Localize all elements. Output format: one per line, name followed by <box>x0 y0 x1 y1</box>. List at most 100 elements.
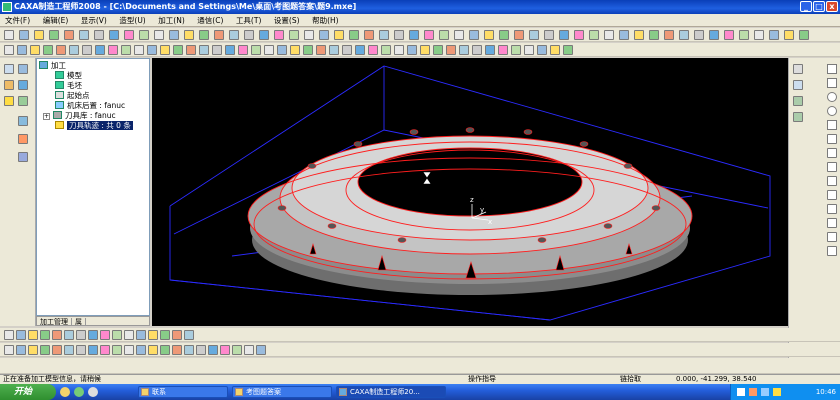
curve-edit-tool-icon-8[interactable] <box>88 345 98 355</box>
standard-tool-icon-11[interactable] <box>154 30 164 40</box>
pencil-icon[interactable] <box>4 80 14 90</box>
surface-tool-icon-24[interactable] <box>303 45 313 55</box>
quicklaunch-desktop-icon[interactable] <box>74 387 84 397</box>
curve-edit-tool-icon-19[interactable] <box>220 345 230 355</box>
tree-item-postprocessor[interactable]: 机床后置 : fanuc <box>55 101 125 111</box>
surface-tool-icon-39[interactable] <box>498 45 508 55</box>
standard-tool-icon-9[interactable] <box>124 30 134 40</box>
standard-tool-icon-4[interactable] <box>49 30 59 40</box>
machining-tool-icon-10[interactable] <box>112 330 122 340</box>
standard-tool-icon-35[interactable] <box>514 30 524 40</box>
machining-tool-icon-15[interactable] <box>172 330 182 340</box>
surface-tool-icon-37[interactable] <box>472 45 482 55</box>
standard-tool-icon-37[interactable] <box>544 30 554 40</box>
minimize-button[interactable]: _ <box>800 1 812 12</box>
curve-edit-tool-icon-11[interactable] <box>124 345 134 355</box>
standard-tool-icon-17[interactable] <box>244 30 254 40</box>
arc-icon[interactable] <box>827 106 837 116</box>
standard-tool-icon-38[interactable] <box>559 30 569 40</box>
surface-tool-icon-32[interactable] <box>407 45 417 55</box>
machining-tool-icon-13[interactable] <box>148 330 158 340</box>
fit-icon[interactable] <box>793 80 803 90</box>
curve-edit-tool-icon-3[interactable] <box>28 345 38 355</box>
standard-tool-icon-43[interactable] <box>634 30 644 40</box>
standard-tool-icon-54[interactable] <box>799 30 809 40</box>
expand-icon[interactable]: + <box>43 113 50 120</box>
surface-tool-icon-16[interactable] <box>199 45 209 55</box>
layer-icon[interactable] <box>18 96 28 106</box>
standard-tool-icon-47[interactable] <box>694 30 704 40</box>
surface-tool-icon-17[interactable] <box>212 45 222 55</box>
standard-tool-icon-8[interactable] <box>109 30 119 40</box>
surface-tool-icon-3[interactable] <box>30 45 40 55</box>
line-icon[interactable] <box>827 64 837 74</box>
taskbar-item-caxa[interactable]: CAXA制造工程师20... <box>336 386 446 398</box>
curve-edit-tool-icon-14[interactable] <box>160 345 170 355</box>
standard-tool-icon-39[interactable] <box>574 30 584 40</box>
standard-tool-icon-52[interactable] <box>769 30 779 40</box>
surface-tool-icon-19[interactable] <box>238 45 248 55</box>
menu-communication[interactable]: 通信(C) <box>192 14 228 27</box>
spline-icon[interactable] <box>827 148 837 158</box>
machining-tool-icon-8[interactable] <box>88 330 98 340</box>
curve-edit-tool-icon-1[interactable] <box>4 345 14 355</box>
hatch-icon[interactable] <box>827 246 837 256</box>
surface-tool-icon-36[interactable] <box>459 45 469 55</box>
menu-tools[interactable]: 工具(T) <box>231 14 266 27</box>
standard-tool-icon-21[interactable] <box>304 30 314 40</box>
standard-tool-icon-22[interactable] <box>319 30 329 40</box>
surface-tool-icon-26[interactable] <box>329 45 339 55</box>
3d-viewport[interactable]: z y x <box>152 58 788 326</box>
machining-tool-icon-16[interactable] <box>184 330 194 340</box>
surface-tool-icon-29[interactable] <box>368 45 378 55</box>
standard-tool-icon-29[interactable] <box>424 30 434 40</box>
tree-item-model[interactable]: 模型 <box>55 71 82 81</box>
tray-app-icon[interactable] <box>773 388 781 396</box>
curve-edit-tool-icon-7[interactable] <box>76 345 86 355</box>
curve-edit-tool-icon-21[interactable] <box>244 345 254 355</box>
curve-edit-tool-icon-15[interactable] <box>172 345 182 355</box>
standard-tool-icon-33[interactable] <box>484 30 494 40</box>
curve-edit-tool-icon-2[interactable] <box>16 345 26 355</box>
machining-tool-icon-6[interactable] <box>64 330 74 340</box>
close-button[interactable]: x <box>826 1 838 12</box>
wireframe-icon[interactable] <box>793 112 803 122</box>
standard-tool-icon-44[interactable] <box>649 30 659 40</box>
standard-tool-icon-28[interactable] <box>409 30 419 40</box>
standard-tool-icon-6[interactable] <box>79 30 89 40</box>
offset-icon[interactable] <box>827 204 837 214</box>
machining-tool-icon-5[interactable] <box>52 330 62 340</box>
history-icon[interactable] <box>18 152 28 162</box>
text-icon[interactable] <box>827 232 837 242</box>
menu-modeling[interactable]: 造型(U) <box>114 14 150 27</box>
standard-tool-icon-34[interactable] <box>499 30 509 40</box>
curve-edit-tool-icon-6[interactable] <box>64 345 74 355</box>
curve-edit-tool-icon-4[interactable] <box>40 345 50 355</box>
surface-tool-icon-40[interactable] <box>511 45 521 55</box>
standard-tool-icon-14[interactable] <box>199 30 209 40</box>
surface-tool-icon-18[interactable] <box>225 45 235 55</box>
eraser-icon[interactable] <box>18 80 28 90</box>
start-button[interactable]: 开始 <box>0 384 56 400</box>
menu-machining[interactable]: 加工(N) <box>153 14 189 27</box>
curve-edit-tool-icon-5[interactable] <box>52 345 62 355</box>
curve-edit-tool-icon-22[interactable] <box>256 345 266 355</box>
tray-ime-icon[interactable] <box>761 388 769 396</box>
standard-tool-icon-40[interactable] <box>589 30 599 40</box>
machining-tool-icon-3[interactable] <box>28 330 38 340</box>
standard-tool-icon-16[interactable] <box>229 30 239 40</box>
tree-item-toolpaths[interactable]: 刀具轨迹 : 共 0 条 <box>55 121 133 131</box>
tree-root[interactable]: 加工 <box>39 61 66 71</box>
surface-tool-icon-33[interactable] <box>420 45 430 55</box>
surface-tool-icon-20[interactable] <box>251 45 261 55</box>
standard-tool-icon-5[interactable] <box>64 30 74 40</box>
tree-item-start-point[interactable]: 起始点 <box>55 91 90 101</box>
polygon-icon[interactable] <box>827 134 837 144</box>
view-icon[interactable] <box>793 64 803 74</box>
standard-tool-icon-19[interactable] <box>274 30 284 40</box>
surface-tool-icon-38[interactable] <box>485 45 495 55</box>
standard-tool-icon-25[interactable] <box>364 30 374 40</box>
curve-edit-tool-icon-17[interactable] <box>196 345 206 355</box>
machining-tool-icon-7[interactable] <box>76 330 86 340</box>
surface-tool-icon-42[interactable] <box>537 45 547 55</box>
